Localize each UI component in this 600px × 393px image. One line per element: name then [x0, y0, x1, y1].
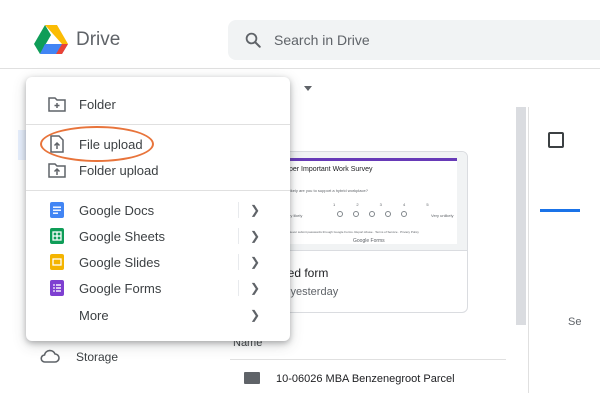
details-icon[interactable]	[548, 132, 564, 148]
chevron-right-icon[interactable]: ❯	[250, 229, 260, 243]
view-dropdown-caret-icon[interactable]	[304, 86, 312, 91]
folder-icon	[244, 372, 260, 384]
new-item-menu: Folder File upload Folder upload Google …	[26, 77, 290, 341]
menu-item-google-sheets[interactable]: Google Sheets ❯	[26, 223, 290, 249]
menu-item-google-docs[interactable]: Google Docs ❯	[26, 197, 290, 223]
chevron-right-icon[interactable]: ❯	[250, 281, 260, 295]
radio-circle	[353, 211, 359, 217]
submenu-divider	[238, 202, 239, 218]
form-accent-bar	[281, 158, 457, 161]
highlight-oval	[40, 126, 154, 162]
header-divider	[0, 68, 600, 69]
file-thumbnail: per Important Work Survey likely are you…	[271, 152, 467, 251]
form-preview: per Important Work Survey likely are you…	[281, 158, 457, 244]
file-card-name: led form	[285, 266, 329, 280]
submenu-divider	[238, 280, 239, 296]
radio-circle	[401, 211, 407, 217]
details-panel-divider	[528, 107, 529, 393]
list-divider	[230, 359, 506, 360]
details-tab-indicator	[540, 209, 580, 212]
scrollbar[interactable]	[516, 107, 526, 325]
app-name: Drive	[76, 29, 121, 50]
list-item-name[interactable]: 10-06026 MBA Benzenegroot Parcel	[276, 373, 455, 385]
radio-circle	[337, 211, 343, 217]
search-input[interactable]: Search in Drive	[274, 32, 370, 48]
menu-item-label: More	[79, 307, 109, 323]
menu-item-folder[interactable]: Folder	[26, 91, 290, 117]
new-folder-icon	[48, 95, 66, 113]
google-sheets-icon	[48, 227, 66, 245]
menu-divider	[26, 190, 290, 191]
file-card-date: l yesterday	[285, 286, 339, 298]
radio-circle	[369, 211, 375, 217]
file-card[interactable]: per Important Work Survey likely are you…	[270, 151, 468, 313]
sidebar-selected-highlight	[18, 130, 26, 160]
form-preview-brand: Google Forms	[353, 238, 385, 244]
menu-item-folder-upload[interactable]: Folder upload	[26, 157, 290, 183]
google-slides-icon	[48, 253, 66, 271]
drive-logo-icon	[34, 25, 68, 54]
submenu-divider	[238, 228, 239, 244]
chevron-right-icon[interactable]: ❯	[250, 255, 260, 269]
google-docs-icon	[48, 201, 66, 219]
sidebar-item-storage[interactable]: Storage	[76, 350, 118, 364]
menu-item-label: Google Sheets	[79, 228, 166, 244]
menu-item-google-forms[interactable]: Google Forms ❯	[26, 275, 290, 301]
menu-item-google-slides[interactable]: Google Slides ❯	[26, 249, 290, 275]
form-preview-scale-left: ry likely	[289, 213, 303, 218]
folder-upload-icon	[48, 161, 66, 179]
radio-circle	[385, 211, 391, 217]
submenu-divider	[238, 254, 239, 270]
cloud-icon	[40, 349, 60, 363]
details-partial-text: Se	[568, 316, 582, 328]
form-preview-scale: 1 2 3 4 5	[333, 202, 439, 207]
google-forms-icon	[48, 279, 66, 297]
menu-item-label: Google Slides	[79, 254, 160, 270]
menu-item-label: Google Forms	[79, 280, 162, 296]
search-icon[interactable]	[244, 31, 262, 49]
form-preview-note: Never submit passwords through Google Fo…	[289, 230, 419, 234]
chevron-right-icon[interactable]: ❯	[250, 308, 260, 322]
menu-item-label: Folder upload	[79, 162, 159, 178]
form-preview-question: likely are you to support a hybrid workp…	[289, 188, 368, 193]
form-preview-title: per Important Work Survey	[289, 166, 373, 173]
menu-item-label: Folder	[79, 96, 116, 112]
chevron-right-icon[interactable]: ❯	[250, 203, 260, 217]
drive-logo[interactable]: Drive	[34, 24, 120, 56]
menu-item-more[interactable]: More ❯	[26, 302, 290, 328]
search-bar[interactable]: Search in Drive	[228, 20, 600, 60]
menu-divider	[26, 124, 290, 125]
form-preview-scale-right: Very unlikely	[431, 213, 454, 218]
menu-item-label: Google Docs	[79, 202, 155, 218]
